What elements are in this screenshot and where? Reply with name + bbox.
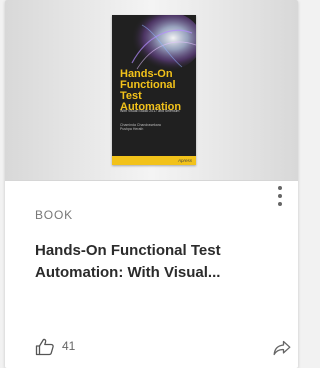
- book-cover[interactable]: Hands-On Functional Test Automation With…: [112, 15, 196, 165]
- cover-area[interactable]: Hands-On Functional Test Automation With…: [5, 0, 298, 181]
- cover-title: Hands-On Functional Test Automation: [120, 68, 182, 113]
- share-arrow-icon[interactable]: [273, 340, 291, 356]
- more-options-button[interactable]: [273, 184, 287, 210]
- cover-publisher: Apress: [177, 158, 192, 163]
- like-count: 41: [62, 339, 76, 353]
- card-title[interactable]: Hands-On Functional Test Automation: Wit…: [35, 240, 285, 284]
- cover-subtitle: With Visual Studio 2017 and Selenium: [120, 109, 180, 113]
- cover-artwork: [112, 15, 196, 71]
- more-vertical-icon: [278, 186, 282, 190]
- more-vertical-icon-dot: [278, 202, 282, 206]
- content-type-label: BOOK: [35, 208, 73, 222]
- more-vertical-icon-dot: [278, 194, 282, 198]
- content-card[interactable]: Hands-On Functional Test Automation With…: [5, 0, 298, 368]
- like-button[interactable]: 41: [35, 336, 83, 358]
- cover-authors: Chaminda Chandrasekara Pushpa Herath: [120, 123, 161, 131]
- thumbs-up-icon: [35, 338, 54, 356]
